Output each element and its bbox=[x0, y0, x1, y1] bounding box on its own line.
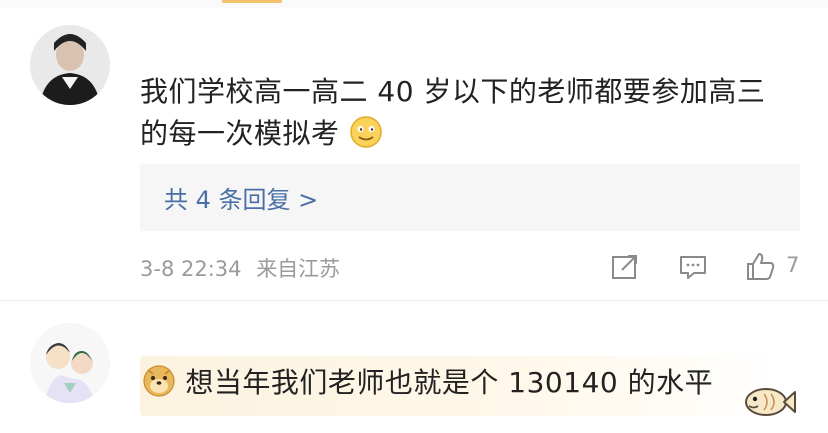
share-icon[interactable] bbox=[608, 250, 642, 284]
emoji-icon bbox=[349, 115, 383, 149]
top-accent bbox=[222, 0, 282, 3]
comment-divider bbox=[0, 300, 828, 301]
comment-icon[interactable] bbox=[676, 250, 710, 284]
comment-meta: 3-8 22:34 来自江苏 bbox=[140, 253, 340, 283]
comment-text-content: 想当年我们老师也就是个 130140 的水平 bbox=[185, 366, 714, 399]
timestamp: 3-8 22:34 bbox=[140, 257, 242, 281]
comment-text-line-2-text: 的每一次模拟考 bbox=[140, 117, 340, 150]
like-icon[interactable] bbox=[744, 250, 778, 284]
doge-emoji-icon bbox=[142, 364, 176, 398]
view-replies-link[interactable]: 共 4 条回复 > bbox=[164, 180, 318, 215]
top-strip bbox=[0, 0, 828, 8]
avatar-image bbox=[30, 25, 110, 105]
comment-text-line-1: 我们学校高一高二 40 岁以下的老师都要参加高三 bbox=[140, 75, 766, 108]
fish-sticker-icon bbox=[740, 380, 796, 424]
comment-text-line-2: 的每一次模拟考 bbox=[140, 114, 383, 154]
replies-box: 共 4 条回复 > bbox=[140, 164, 800, 231]
avatar[interactable] bbox=[30, 25, 110, 105]
avatar[interactable] bbox=[30, 323, 110, 403]
comment-text: 想当年我们老师也就是个 130140 的水平 bbox=[142, 363, 713, 403]
location: 来自江苏 bbox=[256, 257, 341, 281]
avatar-image bbox=[30, 323, 110, 403]
like-count: 7 bbox=[786, 253, 800, 277]
